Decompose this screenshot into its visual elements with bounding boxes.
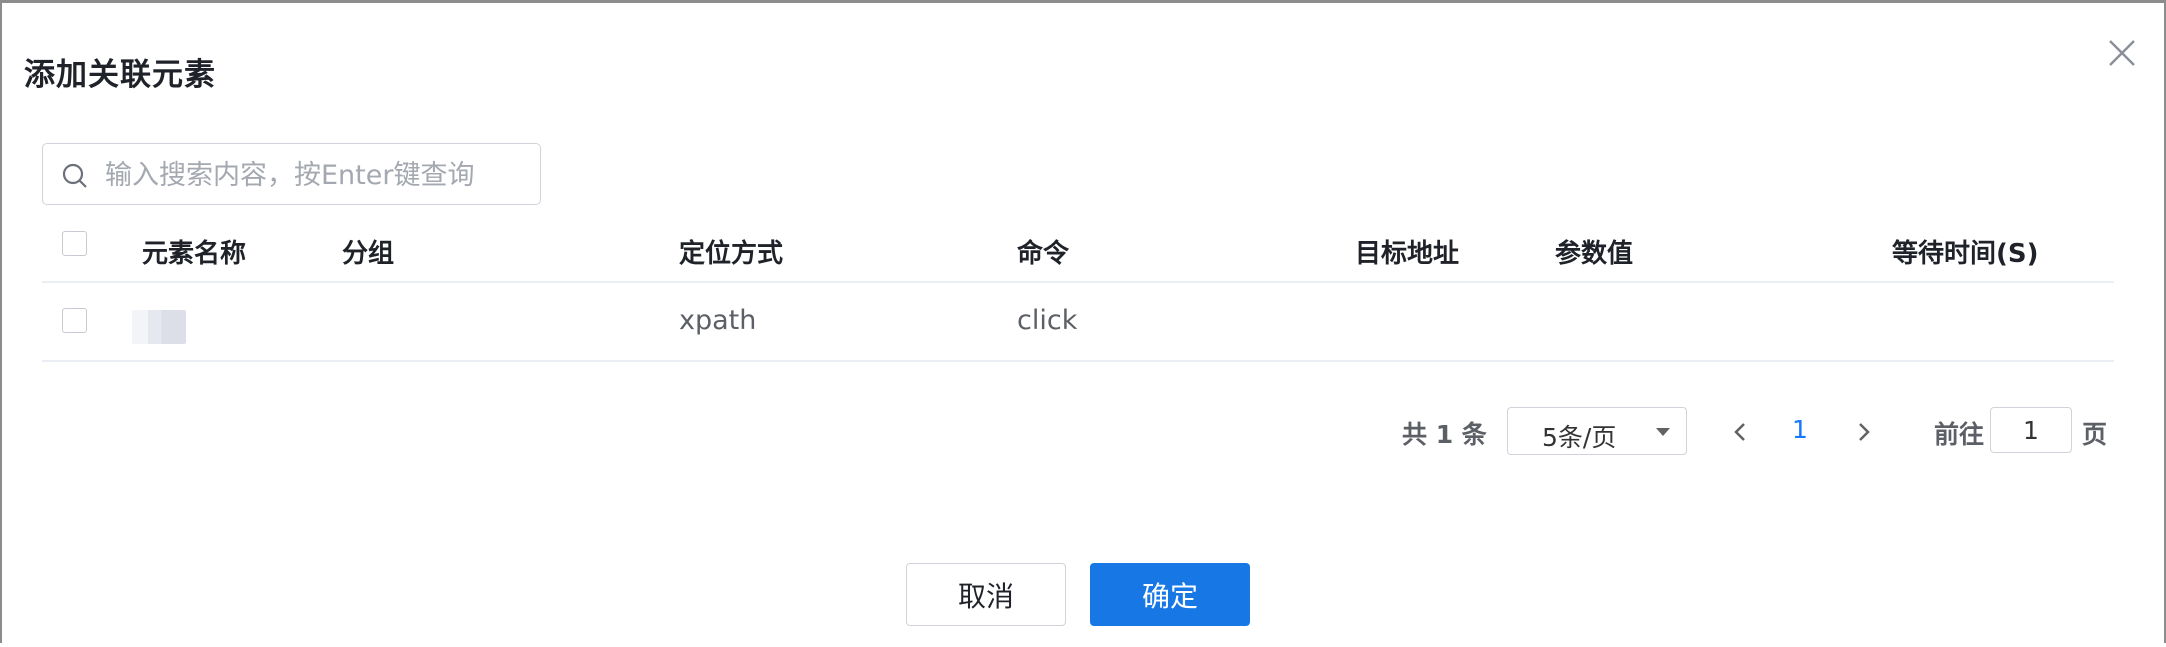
search-icon [62,163,87,188]
col-target: 目标地址 [1355,239,1460,269]
pagination: 共 1 条 5条/页 1 前往 页 [2,407,2166,457]
page-suffix: 页 [2082,420,2108,449]
col-param: 参数值 [1555,239,1634,269]
table-header: 元素名称 分组 定位方式 命令 目标地址 参数值 等待时间(S) [42,213,2114,283]
row-checkbox[interactable] [62,308,87,333]
goto-page-input[interactable] [1990,407,2072,453]
cell-locator: xpath [679,305,757,336]
total-count: 共 1 条 [1402,420,1487,449]
close-icon[interactable] [2104,35,2140,71]
col-element-name: 元素名称 [142,239,247,269]
page-size-value: 5条/页 [1542,423,1617,452]
caret-down-icon [1656,428,1670,436]
element-name-redacted [132,310,186,344]
page-number[interactable]: 1 [1792,415,1808,444]
col-wait: 等待时间(S) [1892,239,2039,269]
element-table: 元素名称 分组 定位方式 命令 目标地址 参数值 等待时间(S) xpath c… [42,213,2114,362]
cancel-button[interactable]: 取消 [906,563,1066,626]
page-size-select[interactable]: 5条/页 [1507,407,1687,455]
add-related-element-dialog: 添加关联元素 元素名称 分组 定位方式 命令 目标地址 参数值 等待时间(S) … [0,0,2166,643]
col-command: 命令 [1017,239,1070,269]
next-page-icon[interactable] [1848,417,1878,447]
select-all-checkbox[interactable] [62,231,87,256]
col-locator: 定位方式 [679,239,784,269]
cell-command: click [1017,305,1078,336]
search-box [42,143,541,205]
prev-page-icon[interactable] [1726,417,1756,447]
dialog-title: 添加关联元素 [24,57,216,93]
col-group: 分组 [342,239,395,269]
confirm-button[interactable]: 确定 [1090,563,1250,626]
search-input[interactable] [103,152,527,198]
goto-label: 前往 [1934,420,1985,449]
table-row[interactable]: xpath click [42,283,2114,362]
